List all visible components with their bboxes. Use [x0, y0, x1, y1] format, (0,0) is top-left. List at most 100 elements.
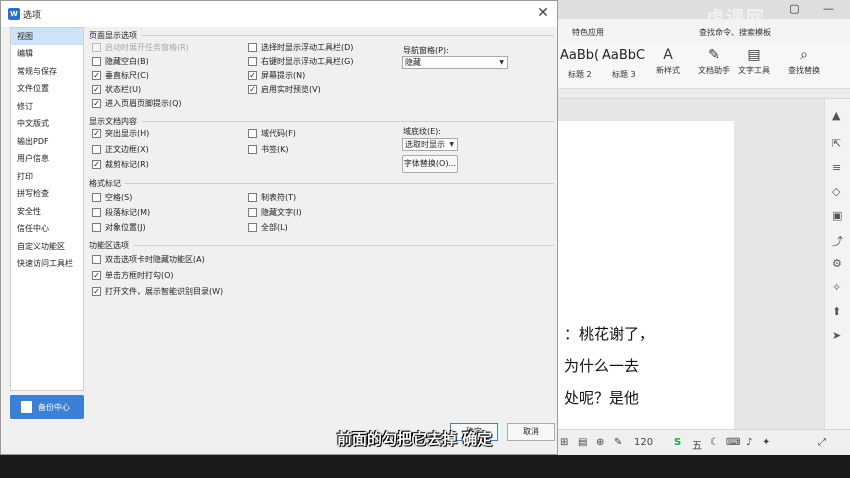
- window-controls[interactable]: ▢ —: [789, 2, 844, 15]
- keyboard-icon[interactable]: ⌨: [726, 437, 740, 448]
- option-highlight[interactable]: ✓ 突出显示(H): [92, 129, 149, 141]
- option-hide-ribbon-dblclick[interactable]: 双击选项卡时隐藏功能区(A): [92, 255, 205, 267]
- adjust-icon[interactable]: ≡: [832, 161, 841, 174]
- checkbox[interactable]: [248, 223, 257, 232]
- wrench-icon[interactable]: ✦: [762, 437, 770, 448]
- nav-item-trust-center[interactable]: 信任中心: [11, 220, 83, 237]
- upload-icon[interactable]: ⬆: [832, 305, 841, 318]
- ime-mode[interactable]: 五: [692, 437, 702, 452]
- option-tabs[interactable]: 制表符(T): [248, 193, 296, 205]
- nav-item-quick-access[interactable]: 快速访问工具栏: [11, 255, 83, 272]
- checkbox[interactable]: ✓: [92, 85, 101, 94]
- checkbox[interactable]: [248, 57, 257, 66]
- option-spaces[interactable]: 空格(S): [92, 193, 132, 205]
- checkbox[interactable]: ✓: [92, 99, 101, 108]
- checkbox[interactable]: [248, 129, 257, 138]
- web-mode-icon[interactable]: ⊕: [596, 437, 604, 448]
- checkbox[interactable]: ✓: [92, 129, 101, 138]
- text-tool-button[interactable]: ▤ 文字工具: [738, 47, 770, 76]
- command-search[interactable]: 查找命令、搜索模板: [699, 27, 771, 38]
- settings-icon[interactable]: ⚙: [832, 257, 842, 270]
- nav-item-output-pdf[interactable]: 输出PDF: [11, 133, 83, 150]
- nav-item-general-save[interactable]: 常规与保存: [11, 63, 83, 80]
- option-screen-tips[interactable]: ✓ 屏幕提示(N): [248, 71, 305, 83]
- option-hidden-text[interactable]: 隐藏文字(I): [248, 208, 302, 220]
- nav-item-file-location[interactable]: 文件位置: [11, 80, 83, 97]
- option-paragraph-marks[interactable]: 段落标记(M): [92, 208, 150, 220]
- checkbox[interactable]: [92, 145, 101, 154]
- cursor-icon[interactable]: ➤: [832, 329, 841, 342]
- read-mode-icon[interactable]: ▤: [578, 437, 587, 448]
- nav-item-security[interactable]: 安全性: [11, 203, 83, 220]
- option-float-toolbar-rightclick[interactable]: 右键时显示浮动工具栏(G): [248, 57, 353, 69]
- option-text-border[interactable]: 正文边框(X): [92, 145, 149, 157]
- document-page[interactable]: ：桃花谢了， 为什么一去 处呢？是他: [556, 121, 734, 431]
- checkbox[interactable]: ✓: [92, 287, 101, 296]
- option-hide-blank[interactable]: 隐藏空白(B): [92, 57, 149, 69]
- field-shading-select[interactable]: 选取时显示 ▼: [402, 138, 458, 151]
- checkbox[interactable]: ✓: [248, 71, 257, 80]
- new-style-button[interactable]: A 新样式: [656, 47, 680, 76]
- new-style-label: 新样式: [656, 66, 680, 75]
- option-field-codes[interactable]: 域代码(F): [248, 129, 296, 141]
- font-substitution-button[interactable]: 字体替换(O)...: [402, 155, 458, 173]
- doc-assistant-button[interactable]: ✎ 文档助手: [698, 47, 730, 76]
- checkbox[interactable]: [92, 193, 101, 202]
- option-expand-task-pane[interactable]: 启动时展开任务窗格(R): [92, 43, 189, 55]
- ime-logo-icon[interactable]: S: [674, 437, 681, 448]
- outline-icon[interactable]: ✎: [614, 437, 622, 448]
- option-header-footer-hint[interactable]: ✓ 进入页眉页脚提示(Q): [92, 99, 182, 111]
- fullscreen-icon[interactable]: ⤢: [818, 437, 826, 448]
- option-crop-marks[interactable]: ✓ 裁剪标记(R): [92, 160, 149, 172]
- option-float-toolbar-select[interactable]: 选择时显示浮动工具栏(D): [248, 43, 353, 55]
- share-icon[interactable]: ⤴: [832, 233, 843, 249]
- checkbox[interactable]: [92, 255, 101, 264]
- option-live-preview[interactable]: ✓ 启用实时预览(V): [248, 85, 321, 97]
- option-smart-toc[interactable]: ✓ 打开文件，展示智能识别目录(W): [92, 287, 223, 299]
- shape-icon[interactable]: ◇: [832, 185, 840, 198]
- mic-icon[interactable]: ♪: [746, 437, 752, 448]
- moon-icon[interactable]: ☾: [710, 437, 719, 448]
- doc-assistant-label: 文档助手: [698, 66, 730, 75]
- nav-item-print[interactable]: 打印: [11, 168, 83, 185]
- close-icon[interactable]: ✕: [535, 5, 551, 21]
- select-icon[interactable]: ⇱: [832, 137, 841, 150]
- checkbox[interactable]: [248, 193, 257, 202]
- option-click-to-check[interactable]: ✓ 单击方框时打勾(O): [92, 271, 174, 283]
- checkbox[interactable]: [248, 145, 257, 154]
- image-icon[interactable]: ▣: [832, 209, 842, 222]
- checkbox[interactable]: ✓: [92, 160, 101, 169]
- nav-item-view[interactable]: 视图: [11, 28, 83, 45]
- option-status-bar[interactable]: ✓ 状态栏(U): [92, 85, 141, 97]
- option-object-anchors[interactable]: 对象位置(J): [92, 223, 146, 235]
- nav-item-spell-check[interactable]: 拼写检查: [11, 185, 83, 202]
- option-all-marks[interactable]: 全部(L): [248, 223, 288, 235]
- option-vertical-ruler[interactable]: ✓ 垂直标尺(C): [92, 71, 149, 83]
- checkbox[interactable]: [248, 208, 257, 217]
- nav-item-user-info[interactable]: 用户信息: [11, 150, 83, 167]
- nav-item-custom-ribbon[interactable]: 自定义功能区: [11, 238, 83, 255]
- nav-item-edit[interactable]: 编辑: [11, 45, 83, 62]
- checkbox[interactable]: ✓: [92, 71, 101, 80]
- checkbox[interactable]: [248, 43, 257, 52]
- checkbox[interactable]: ✓: [92, 271, 101, 280]
- find-replace-button[interactable]: ⌕ 查找替换: [788, 47, 820, 76]
- tools-icon[interactable]: ✧: [832, 281, 841, 294]
- checkbox[interactable]: ✓: [248, 85, 257, 94]
- style-sample-heading3[interactable]: AaBbC: [602, 48, 645, 63]
- nav-item-chinese-layout[interactable]: 中文版式: [11, 115, 83, 132]
- cancel-button[interactable]: 取消: [507, 423, 555, 441]
- checkbox[interactable]: [92, 43, 101, 52]
- nav-item-revision[interactable]: 修订: [11, 98, 83, 115]
- checkbox[interactable]: [92, 57, 101, 66]
- checkbox[interactable]: [92, 208, 101, 217]
- style-caption-heading3: 标题 3: [612, 70, 636, 79]
- nav-pane-select[interactable]: 隐藏 ▼: [402, 56, 508, 69]
- option-bookmarks[interactable]: 书签(K): [248, 145, 289, 157]
- scroll-up-icon[interactable]: ▲: [832, 109, 840, 122]
- view-mode-icon[interactable]: ⊞: [560, 437, 568, 448]
- checkbox[interactable]: [92, 223, 101, 232]
- style-sample-heading2[interactable]: AaBb(: [560, 48, 599, 63]
- backup-center-button[interactable]: 备份中心: [10, 395, 84, 419]
- tab-feature-apps[interactable]: 特色应用: [572, 27, 604, 38]
